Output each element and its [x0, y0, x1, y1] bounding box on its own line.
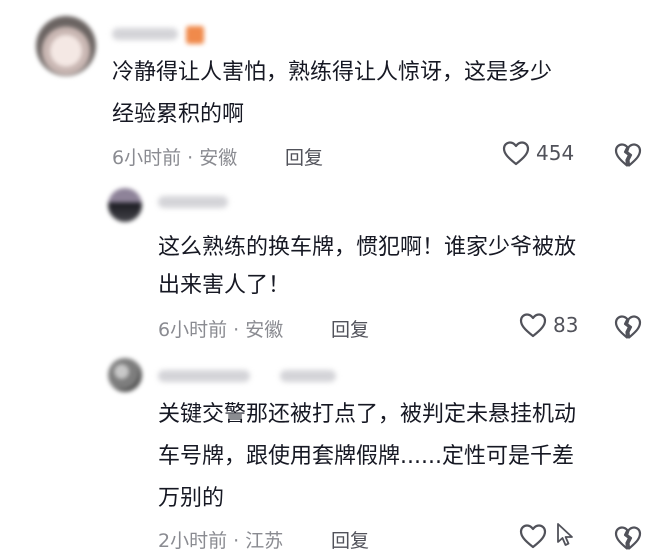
comment-item: 冷静得让人害怕，熟练得让人惊讶，这是多少 经验累积的啊 6小时前 · 安徽 回复… — [0, 0, 665, 180]
avatar[interactable] — [108, 358, 142, 392]
heart-outline-icon — [519, 312, 547, 338]
comment-text-line: 出来害人了！ — [158, 273, 291, 298]
reply-button[interactable]: 回复 — [285, 143, 323, 170]
dislike-button[interactable] — [614, 314, 642, 340]
reply-item: 关键交警那还被打点了，被判定未悬挂机动 车号牌，跟使用套牌假牌......定性可… — [0, 350, 665, 557]
avatar[interactable] — [108, 188, 142, 222]
reply-button[interactable]: 回复 — [331, 526, 369, 553]
avatar[interactable] — [36, 16, 96, 76]
username-blurred[interactable] — [158, 370, 250, 382]
reply-item: 这么熟练的换车牌，惯犯啊！谁家少爷被放 出来害人了！ 6小时前 · 安徽 回复 … — [0, 180, 665, 350]
comment-text-line: 这么熟练的换车牌，惯犯啊！谁家少爷被放 — [158, 235, 577, 260]
broken-heart-icon — [614, 525, 642, 551]
comment-text-line: 万别的 — [158, 486, 225, 511]
reply-button[interactable]: 回复 — [331, 315, 369, 342]
comment-text-line: 经验累积的啊 — [112, 102, 245, 127]
like-button[interactable]: 83 — [519, 312, 578, 338]
comment-text-line: 冷静得让人害怕，熟练得让人惊讶，这是多少 — [112, 60, 553, 85]
broken-heart-icon — [614, 314, 642, 340]
user-badge — [186, 26, 204, 44]
username-blurred[interactable] — [112, 28, 178, 40]
like-button[interactable] — [519, 523, 553, 549]
comment-time-location: 6小时前 · 安徽 — [158, 319, 284, 341]
dislike-button[interactable] — [614, 525, 642, 551]
like-button[interactable]: 454 — [502, 140, 574, 166]
mouse-cursor-icon — [555, 522, 577, 552]
comment-text-line: 车号牌，跟使用套牌假牌......定性可是千差 — [158, 444, 574, 469]
comment-time-location: 2小时前 · 江苏 — [158, 530, 284, 552]
reply-target-blurred[interactable] — [280, 370, 336, 382]
dislike-button[interactable] — [614, 142, 642, 168]
heart-outline-icon — [502, 140, 530, 166]
comment-time-location: 6小时前 · 安徽 — [112, 147, 238, 169]
comment-text-line: 关键交警那还被打点了，被判定未悬挂机动 — [158, 402, 577, 427]
like-count: 83 — [553, 313, 579, 337]
like-count: 454 — [536, 141, 575, 165]
heart-outline-icon — [519, 523, 547, 549]
broken-heart-icon — [614, 142, 642, 168]
username-blurred[interactable] — [158, 196, 228, 208]
